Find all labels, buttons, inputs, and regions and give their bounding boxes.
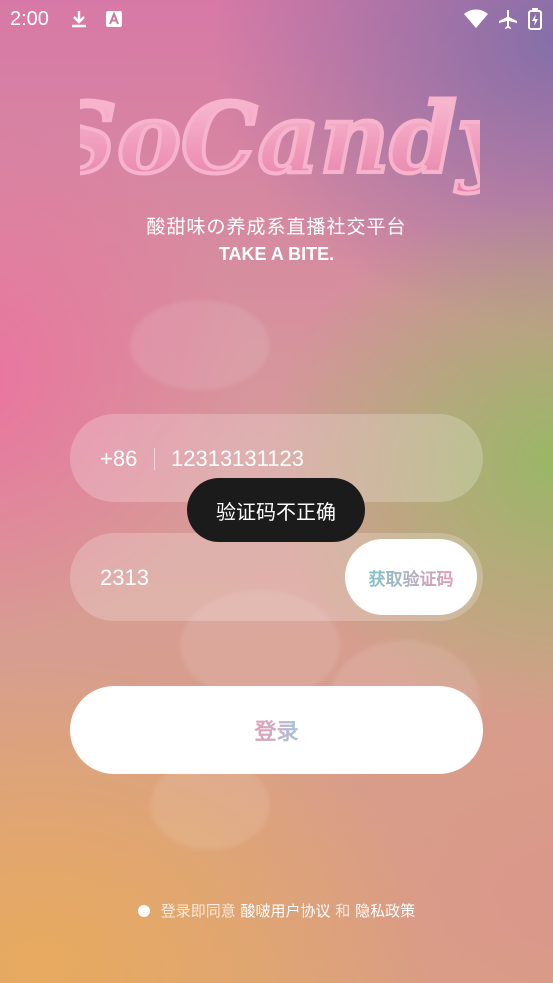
airplane-icon xyxy=(497,8,519,30)
toast-message: 验证码不正确 xyxy=(216,499,336,524)
app-slogan: TAKE A BITE. xyxy=(218,244,335,264)
background-blob xyxy=(130,300,270,390)
status-bar: 2:00 xyxy=(0,0,553,38)
agree-radio[interactable] xyxy=(137,905,150,917)
error-toast: 验证码不正确 xyxy=(187,478,365,542)
app-logo: SoCandy xyxy=(46,80,521,200)
battery-charging-icon xyxy=(528,8,542,30)
login-label: 登录 xyxy=(254,714,298,746)
verification-code-input[interactable]: 2313 xyxy=(100,565,149,591)
get-code-label: 获取验证码 xyxy=(369,565,454,590)
agreement-and: 和 xyxy=(335,902,351,920)
divider xyxy=(154,448,155,470)
login-button[interactable]: 登录 xyxy=(70,686,483,774)
app-tagline: 酸甜味の养成系直播社交平台 xyxy=(146,216,407,238)
phone-input[interactable]: 12313131123 xyxy=(171,446,304,472)
app-notification-icon xyxy=(103,8,125,30)
wifi-icon xyxy=(463,8,489,30)
agreement-row: 登录即同意 酸啵用户协议 和 隐私政策 xyxy=(0,900,553,921)
country-code-selector[interactable]: +86 xyxy=(100,446,137,472)
get-code-button[interactable]: 获取验证码 xyxy=(345,539,477,615)
privacy-policy-link[interactable]: 隐私政策 xyxy=(355,902,415,920)
status-time: 2:00 xyxy=(10,8,49,30)
user-agreement-link[interactable]: 酸啵用户协议 xyxy=(240,902,330,920)
logo-text: SoCandy xyxy=(80,82,480,195)
verification-code-field[interactable]: 2313 获取验证码 xyxy=(70,533,483,621)
download-icon xyxy=(68,8,90,30)
agreement-prefix: 登录即同意 xyxy=(160,902,236,920)
